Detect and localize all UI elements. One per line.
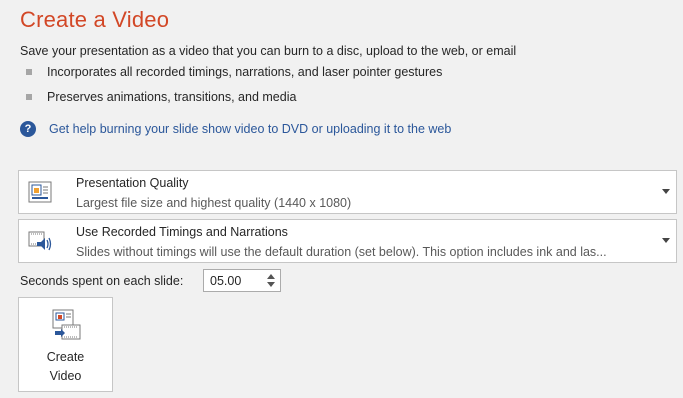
page-subtitle: Save your presentation as a video that y… bbox=[20, 44, 517, 58]
timings-dropdown-title: Use Recorded Timings and Narrations bbox=[76, 225, 288, 239]
spinner-up-icon[interactable] bbox=[267, 274, 275, 279]
timings-dropdown[interactable]: Use Recorded Timings and Narrations Slid… bbox=[18, 219, 677, 263]
quality-dropdown-description: Largest file size and highest quality (1… bbox=[76, 196, 352, 210]
seconds-input[interactable]: 05.00 bbox=[210, 274, 241, 288]
bullet-text: Preserves animations, transitions, and m… bbox=[47, 90, 297, 104]
quality-dropdown-title: Presentation Quality bbox=[76, 176, 189, 190]
create-video-icon bbox=[52, 309, 81, 340]
spinner-arrows[interactable] bbox=[266, 273, 276, 288]
spinner-down-icon[interactable] bbox=[267, 282, 275, 287]
help-row: ? Get help burning your slide show video… bbox=[20, 121, 451, 137]
presentation-quality-icon bbox=[28, 181, 52, 203]
page-title: Create a Video bbox=[20, 7, 170, 32]
create-video-label-line1: Create bbox=[46, 350, 85, 364]
create-video-label-line2: Video bbox=[49, 369, 82, 383]
create-video-label: Create Video bbox=[19, 348, 112, 386]
chevron-down-icon bbox=[662, 189, 670, 194]
help-link[interactable]: Get help burning your slide show video t… bbox=[49, 122, 451, 136]
timings-narrations-icon bbox=[28, 231, 52, 251]
bullet-item: Preserves animations, transitions, and m… bbox=[20, 90, 296, 104]
create-video-button[interactable]: Create Video bbox=[18, 297, 113, 392]
seconds-label: Seconds spent on each slide: bbox=[20, 274, 184, 288]
seconds-spinner[interactable]: 05.00 bbox=[203, 269, 281, 292]
bullet-item: Incorporates all recorded timings, narra… bbox=[20, 65, 442, 79]
bullet-square-icon bbox=[26, 94, 32, 100]
bullet-square-icon bbox=[26, 69, 32, 75]
help-question-icon[interactable]: ? bbox=[20, 121, 36, 137]
timings-dropdown-description: Slides without timings will use the defa… bbox=[76, 245, 607, 259]
quality-dropdown[interactable]: Presentation Quality Largest file size a… bbox=[18, 170, 677, 214]
bullet-text: Incorporates all recorded timings, narra… bbox=[47, 65, 443, 79]
chevron-down-icon bbox=[662, 238, 670, 243]
